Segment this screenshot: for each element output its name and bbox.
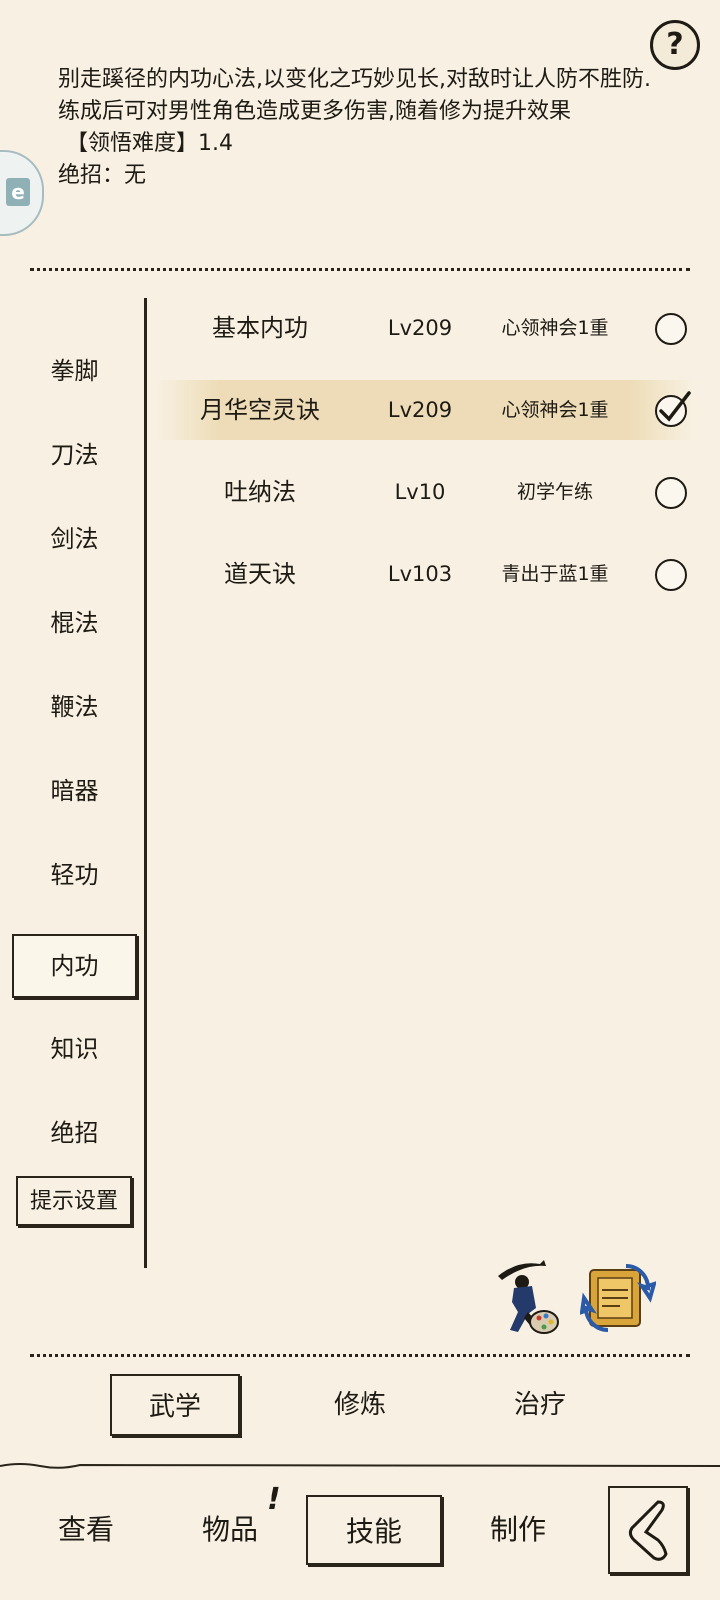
skill-rank: 心领神会1重 (501, 317, 609, 339)
tab-wuxue[interactable]: 武学 (110, 1374, 240, 1436)
nav-skills[interactable]: 技能 (306, 1495, 442, 1565)
ultimate-text: 绝招：无 (58, 163, 147, 188)
skill-description: 别走蹊径的内功心法,以变化之巧妙见长,对敌时让人防不胜防.练成后可对男性角色造成… (58, 64, 658, 192)
skill-radio-checked[interactable] (655, 391, 691, 427)
side-drawer-tab[interactable]: e (0, 150, 44, 236)
nav-view[interactable]: 查看 (18, 1495, 154, 1565)
skill-radio[interactable] (655, 313, 687, 345)
checkmark-icon (659, 391, 691, 422)
category-quanjiao[interactable]: 拳脚 (12, 341, 137, 401)
skill-level: Lv209 (387, 316, 453, 340)
skill-row[interactable]: 道天诀 Lv103 青出于蓝1重 (155, 544, 695, 604)
difficulty-text: 【领悟难度】1.4 (66, 131, 233, 156)
skill-name: 基本内功 (212, 314, 308, 342)
category-daofa[interactable]: 刀法 (12, 425, 137, 485)
category-anqi[interactable]: 暗器 (12, 761, 137, 821)
skill-row[interactable]: 吐纳法 Lv10 初学乍练 (155, 462, 695, 522)
nav-craft[interactable]: 制作 (450, 1495, 586, 1565)
category-qinggong[interactable]: 轻功 (12, 845, 137, 905)
skill-rank: 初学乍练 (516, 481, 593, 503)
skill-radio[interactable] (655, 477, 687, 509)
category-zhishi[interactable]: 知识 (12, 1019, 137, 1079)
description-text: 别走蹊径的内功心法,以变化之巧妙见长,对敌时让人防不胜防.练成后可对男性角色造成… (58, 67, 651, 124)
tab-xiulian[interactable]: 修炼 (295, 1374, 425, 1436)
hint-settings-button[interactable]: 提示设置 (16, 1176, 132, 1226)
skill-name: 月华空灵诀 (200, 396, 320, 424)
skill-row[interactable]: 基本内功 Lv209 心领神会1重 (155, 298, 695, 358)
tab-zhiliao[interactable]: 治疗 (475, 1374, 605, 1436)
help-button[interactable]: ? (650, 20, 700, 70)
skill-rank: 心领神会1重 (501, 399, 609, 421)
swordsman-palette-icon[interactable] (488, 1256, 564, 1346)
skill-name: 吐纳法 (224, 478, 296, 506)
bottom-divider (30, 1354, 690, 1357)
skill-rank: 青出于蓝1重 (501, 563, 609, 585)
category-bianfa[interactable]: 鞭法 (12, 677, 137, 737)
swap-scroll-icon[interactable] (580, 1260, 656, 1336)
items-alert-badge: ! (267, 1482, 281, 1517)
category-divider (144, 298, 147, 1268)
category-gunfa[interactable]: 棍法 (12, 593, 137, 653)
skill-level: Lv103 (387, 562, 453, 586)
skill-radio[interactable] (655, 559, 687, 591)
skill-name: 道天诀 (224, 560, 296, 588)
skill-row-selected[interactable]: 月华空灵诀 Lv209 心领神会1重 (155, 380, 695, 440)
back-button[interactable] (608, 1486, 688, 1574)
side-tab-icon: e (6, 178, 30, 206)
top-divider (30, 268, 690, 271)
skill-level: Lv10 (394, 480, 446, 504)
category-neigong[interactable]: 内功 (12, 934, 137, 998)
skill-level: Lv209 (387, 398, 453, 422)
category-jianfa[interactable]: 剑法 (12, 509, 137, 569)
category-juezhao[interactable]: 绝招 (12, 1103, 137, 1163)
brush-divider (0, 1463, 720, 1469)
back-arrow-icon (628, 1500, 668, 1561)
